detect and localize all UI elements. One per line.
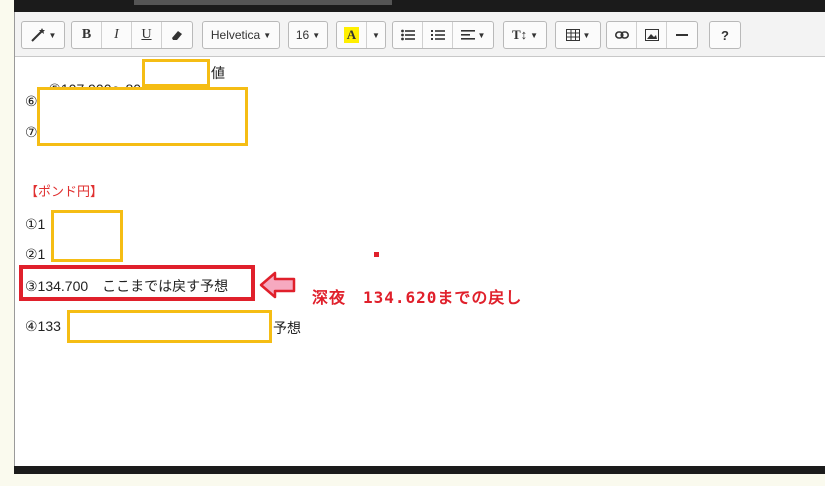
section-heading: 【ポンド円】 [25, 184, 104, 199]
line-suffix: 予想 [273, 320, 301, 336]
numbered-list-icon [430, 30, 445, 40]
font-family-value: Helvetica [210, 28, 261, 42]
chevron-down-icon: ▼ [530, 30, 539, 40]
text-height-icon: T↕ [511, 27, 528, 42]
underline-button[interactable]: U [132, 22, 162, 48]
align-icon [460, 30, 475, 40]
font-family-dropdown[interactable]: Helvetica ▼ [203, 22, 279, 48]
paragraph-group: ▼ [392, 21, 494, 49]
chevron-down-icon: ▼ [48, 30, 57, 40]
format-group: B I U [71, 21, 193, 49]
bold-button[interactable]: B [72, 22, 102, 48]
font-size-group: 16 ▼ [288, 21, 328, 49]
table-dropdown[interactable]: ▼ [556, 22, 600, 48]
highlight-box [37, 87, 248, 146]
font-family-group: Helvetica ▼ [202, 21, 280, 49]
horizontal-rule-icon [676, 34, 688, 36]
line-suffix: 値 [211, 65, 225, 81]
annotation-note: 深夜 134.620までの戻し [312, 288, 523, 307]
highlight-box [142, 59, 210, 87]
chevron-down-icon: ▼ [312, 30, 321, 40]
image-icon [644, 29, 659, 41]
font-size-dropdown[interactable]: 16 ▼ [289, 22, 327, 48]
numbered-list-button[interactable] [423, 22, 453, 48]
chevron-down-icon: ▼ [582, 30, 591, 40]
rich-text-editor: ▼ B I U Helvetica ▼ 16 ▼ A ▼ ▼ T↕ ▼ ▼ ? … [14, 12, 825, 468]
clear-format-button[interactable] [162, 22, 192, 48]
red-dot [374, 252, 379, 257]
horizontal-rule-button[interactable] [667, 22, 697, 48]
bullet-list-icon [400, 29, 415, 41]
text-height-group: T↕ ▼ [503, 21, 547, 49]
text-line: ①1 [25, 216, 46, 232]
window-top-bar [14, 0, 825, 12]
text-line: ⑦ [25, 124, 38, 140]
chevron-down-icon: ▼ [263, 30, 272, 40]
insert-group [606, 21, 698, 49]
top-tab [134, 0, 392, 5]
editor-toolbar: ▼ B I U Helvetica ▼ 16 ▼ A ▼ ▼ T↕ ▼ ▼ ? [15, 12, 825, 57]
help-group: ? [709, 21, 741, 49]
chevron-down-icon: ▼ [372, 30, 380, 40]
magic-group: ▼ [21, 21, 65, 49]
eraser-icon [172, 31, 182, 40]
line-height-dropdown[interactable]: T↕ ▼ [504, 22, 546, 48]
table-icon [565, 29, 580, 41]
text-line: ②1 [25, 246, 46, 262]
magic-wand-button[interactable]: ▼ [22, 22, 64, 48]
window-bottom-bar [14, 466, 825, 474]
color-dropdown[interactable]: ▼ [367, 22, 385, 48]
italic-button[interactable]: I [102, 22, 132, 48]
highlight-box [51, 210, 123, 262]
link-button[interactable] [607, 22, 637, 48]
help-button[interactable]: ? [710, 22, 740, 48]
text-line: ⑥ [25, 93, 38, 109]
magic-wand-icon [30, 28, 45, 42]
text-line: ④133 [25, 318, 61, 334]
highlight-icon: A [343, 27, 360, 43]
editor-content[interactable]: ⑤107.900～800 値 ⑥ ⑦ 【ポンド円】 ①1 ②1 ③134.700… [15, 57, 825, 467]
font-size-value: 16 [295, 28, 310, 42]
highlight-box [67, 310, 272, 343]
link-icon [614, 31, 629, 39]
table-group: ▼ [555, 21, 601, 49]
image-button[interactable] [637, 22, 667, 48]
highlight-color-button[interactable]: A [337, 22, 367, 48]
align-dropdown[interactable]: ▼ [453, 22, 493, 48]
chevron-down-icon: ▼ [477, 30, 486, 40]
bullet-list-button[interactable] [393, 22, 423, 48]
emphasis-box [19, 265, 255, 301]
color-group: A ▼ [336, 21, 386, 49]
arrow-left-icon [259, 271, 296, 299]
